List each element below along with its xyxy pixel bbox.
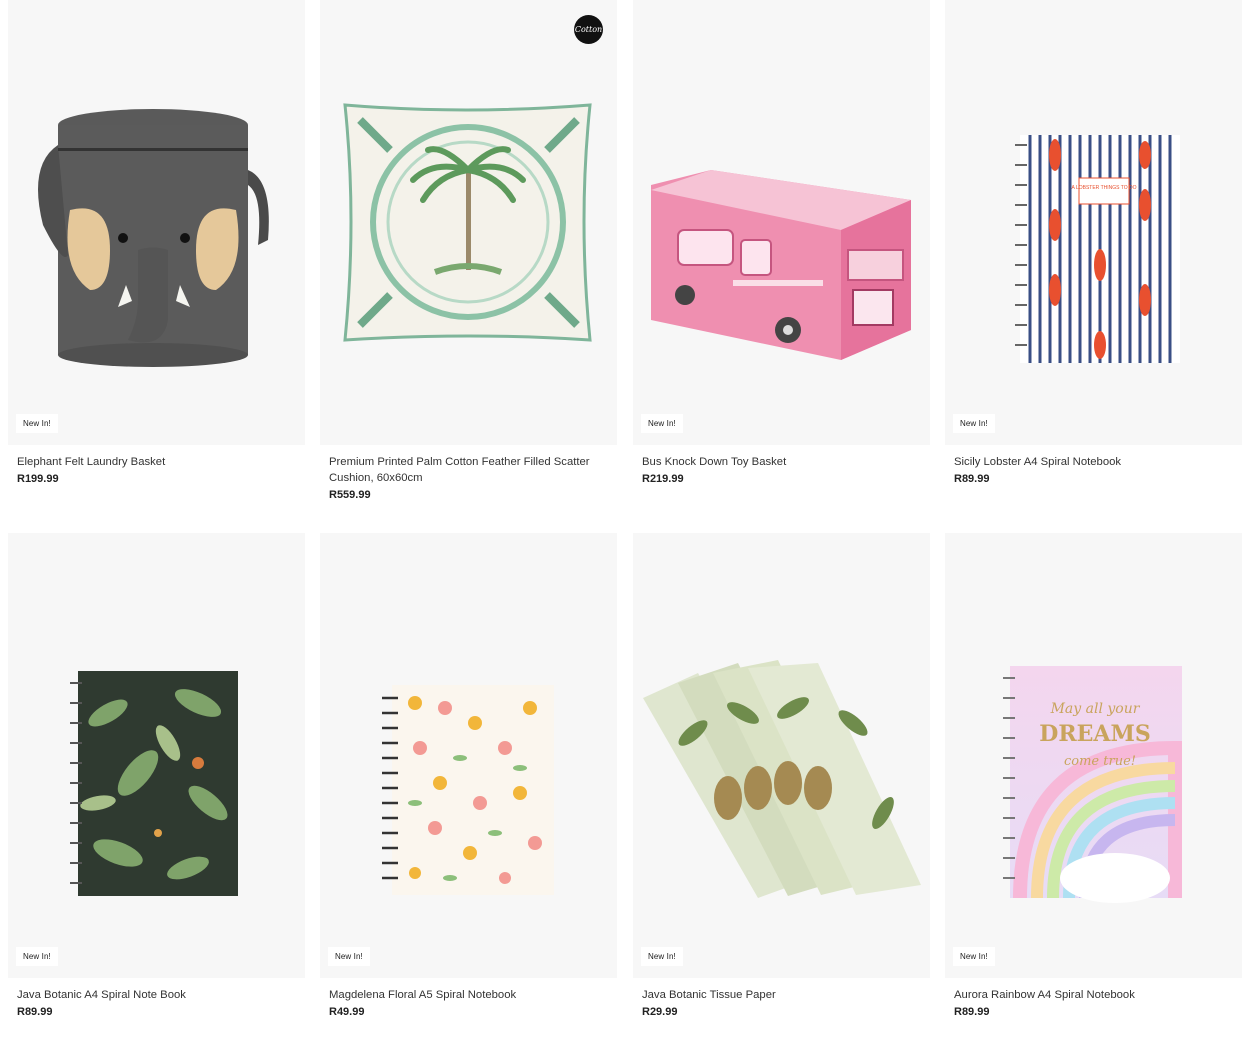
product-price: R89.99 xyxy=(17,1006,53,1018)
new-in-badge: New In! xyxy=(953,947,995,966)
product-image[interactable]: New In! xyxy=(633,533,930,978)
product-name[interactable]: Aurora Rainbow A4 Spiral Notebook xyxy=(954,987,1229,1003)
floral-notebook-image xyxy=(382,685,554,895)
product-card[interactable]: New In! Java Botanic Tissue Paper R29.99 xyxy=(633,533,930,1018)
new-in-badge: New In! xyxy=(16,414,58,433)
product-price: R559.99 xyxy=(329,489,371,501)
product-image[interactable]: New In! xyxy=(8,0,305,445)
new-in-badge: New In! xyxy=(641,947,683,966)
elephant-basket-image xyxy=(38,109,269,367)
product-name[interactable]: Magdelena Floral A5 Spiral Notebook xyxy=(329,987,604,1003)
product-image[interactable]: May all your DREAMS come true! New In! xyxy=(945,533,1242,978)
product-card[interactable]: New In! Bus Knock Down Toy Basket R219.9… xyxy=(633,0,930,485)
notebook-cover-text: A LOBSTER THINGS TO DO xyxy=(1071,185,1136,191)
palm-cushion-image xyxy=(343,103,592,342)
lobster-notebook-image: A LOBSTER THINGS TO DO xyxy=(1015,135,1180,363)
product-card[interactable]: New In! Elephant Felt Laundry Basket R19… xyxy=(8,0,305,485)
new-in-badge: New In! xyxy=(16,947,58,966)
tissue-paper-image xyxy=(643,660,921,898)
botanic-notebook-image xyxy=(70,671,238,896)
product-card[interactable]: Cotton Premium Printed Palm Cotton Feath… xyxy=(320,0,617,501)
notebook-cover-text-line-2: DREAMS xyxy=(1039,721,1150,747)
product-price: R89.99 xyxy=(954,473,990,485)
product-image[interactable]: New In! xyxy=(320,533,617,978)
product-name[interactable]: Bus Knock Down Toy Basket xyxy=(642,454,917,470)
new-in-badge: New In! xyxy=(953,414,995,433)
product-price: R199.99 xyxy=(17,473,59,485)
product-name[interactable]: Elephant Felt Laundry Basket xyxy=(17,454,292,470)
bus-basket-image xyxy=(651,170,911,360)
notebook-cover-text-line-1: May all your xyxy=(1050,701,1141,717)
product-card[interactable]: May all your DREAMS come true! New In! A… xyxy=(945,533,1242,1018)
new-in-badge: New In! xyxy=(328,947,370,966)
product-card[interactable]: New In! Magdelena Floral A5 Spiral Noteb… xyxy=(320,533,617,1018)
product-price: R89.99 xyxy=(954,1006,990,1018)
new-in-badge: New In! xyxy=(641,414,683,433)
product-image[interactable]: New In! xyxy=(633,0,930,445)
rainbow-notebook-image: May all your DREAMS come true! xyxy=(1003,666,1182,903)
product-price: R29.99 xyxy=(642,1006,678,1018)
product-card[interactable]: New In! Java Botanic A4 Spiral Note Book… xyxy=(8,533,305,1018)
product-price: R49.99 xyxy=(329,1006,365,1018)
brand-badge: Cotton xyxy=(574,15,603,44)
product-name[interactable]: Java Botanic Tissue Paper xyxy=(642,987,917,1003)
notebook-cover-text-line-3: come true! xyxy=(1064,754,1136,769)
product-image[interactable]: A LOBSTER THINGS TO DO New In! xyxy=(945,0,1242,445)
product-image[interactable]: Cotton xyxy=(320,0,617,445)
product-price: R219.99 xyxy=(642,473,684,485)
product-image[interactable]: New In! xyxy=(8,533,305,978)
product-name[interactable]: Java Botanic A4 Spiral Note Book xyxy=(17,987,292,1003)
product-name[interactable]: Sicily Lobster A4 Spiral Notebook xyxy=(954,454,1229,470)
product-name[interactable]: Premium Printed Palm Cotton Feather Fill… xyxy=(329,454,604,486)
product-card[interactable]: A LOBSTER THINGS TO DO New In! Sicily Lo… xyxy=(945,0,1242,485)
